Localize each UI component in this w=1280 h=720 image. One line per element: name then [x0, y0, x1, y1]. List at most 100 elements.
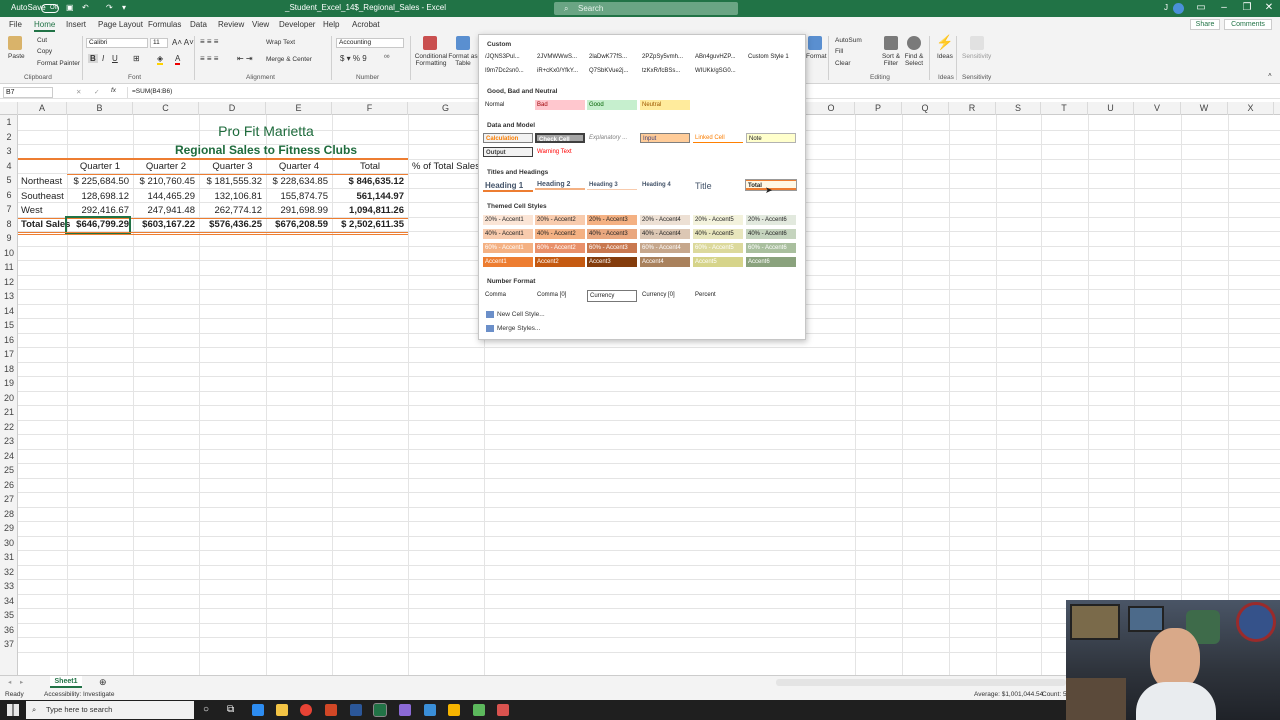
row-header[interactable]: 23 [0, 434, 18, 449]
prev-sheet-icon[interactable]: ◂ [8, 678, 11, 686]
row-header[interactable]: 8 [0, 217, 18, 232]
themed-style-option[interactable]: 20% - Accent4 [640, 215, 690, 225]
cell-style-option[interactable]: Linked Cell [693, 133, 743, 143]
cell-style-good[interactable]: Good [587, 100, 637, 110]
font-color-icon[interactable]: A [175, 54, 181, 65]
sheet-title-cell[interactable]: Pro Fit Marietta [133, 123, 399, 140]
align-top-icon[interactable]: ≡ ≡ ≡ [200, 37, 218, 46]
cell-style-option[interactable]: Heading 4 [640, 180, 690, 190]
region-label-cell[interactable]: Northeast [21, 175, 67, 189]
column-header[interactable]: Q [902, 102, 949, 115]
conditional-formatting-icon[interactable] [423, 36, 437, 50]
row-header[interactable]: 18 [0, 362, 18, 377]
tab-page-layout[interactable]: Page Layout [98, 20, 143, 29]
grow-font-icon[interactable]: A˄ A˅ [172, 38, 194, 47]
column-header[interactable]: C [133, 102, 199, 115]
tab-file[interactable]: File [9, 20, 22, 29]
select-all-corner[interactable] [0, 102, 18, 115]
font-name-select[interactable]: Calibri [86, 38, 148, 48]
header-cell[interactable]: Total [332, 160, 408, 174]
themed-style-option[interactable]: 20% - Accent5 [693, 215, 743, 225]
cell-style-option[interactable]: Check Cell [535, 133, 585, 143]
custom-style-option[interactable]: Custom Style 1 [746, 52, 798, 62]
column-header[interactable]: X [1228, 102, 1274, 115]
enter-icon[interactable]: ✓ [94, 88, 99, 96]
accent-style-option[interactable]: Accent6 [746, 257, 796, 267]
total-q4-cell[interactable]: $676,208.59 [266, 218, 328, 232]
row-header[interactable]: 19 [0, 376, 18, 391]
row-header[interactable]: 35 [0, 608, 18, 623]
vscode-icon[interactable] [424, 704, 436, 716]
themed-style-option[interactable]: 60% - Accent3 [587, 243, 637, 253]
add-sheet-icon[interactable]: ⊕ [99, 677, 107, 688]
decimal-icon[interactable]: ⁰⁰ [384, 54, 390, 62]
row-header[interactable]: 33 [0, 579, 18, 594]
column-header[interactable]: R [949, 102, 996, 115]
cell-style-warning-text[interactable]: Warning Text [535, 147, 585, 157]
paste-icon[interactable] [8, 36, 22, 50]
tab-data[interactable]: Data [190, 20, 207, 29]
cell-style-option[interactable]: Calculation [483, 133, 533, 143]
value-cell[interactable]: 1,094,811.26 [332, 204, 404, 218]
column-header[interactable]: A [18, 102, 67, 115]
avatar[interactable] [1173, 3, 1184, 14]
row-header[interactable]: 5 [0, 173, 18, 188]
column-header[interactable]: S [996, 102, 1041, 115]
save-icon[interactable]: ▣ [66, 3, 74, 12]
value-cell[interactable]: 291,698.99 [266, 204, 328, 218]
search-box[interactable]: ⌕ Search [554, 2, 738, 15]
themed-style-option[interactable]: 60% - Accent2 [535, 243, 585, 253]
clear-button[interactable]: Clear [835, 60, 851, 67]
row-header[interactable]: 28 [0, 507, 18, 522]
custom-style-option[interactable]: /JQNS3Pul... [483, 52, 535, 62]
themed-style-option[interactable]: 40% - Accent2 [535, 229, 585, 239]
themed-style-option[interactable]: 60% - Accent4 [640, 243, 690, 253]
taskbar-search[interactable]: ⌕ Type here to search [26, 701, 194, 719]
cortana-icon[interactable]: ○ [203, 704, 209, 715]
undo-icon[interactable]: ↶ [82, 3, 89, 12]
row-header[interactable]: 3 [0, 144, 18, 159]
cell-style-option[interactable]: Title [693, 180, 743, 192]
ribbon-display-icon[interactable]: ▭ [1194, 1, 1208, 15]
row-header[interactable]: 16 [0, 333, 18, 348]
themed-style-option[interactable]: 40% - Accent3 [587, 229, 637, 239]
share-button[interactable]: Share [1190, 19, 1220, 30]
header-cell[interactable]: Quarter 4 [266, 160, 332, 174]
autosave-toggle[interactable]: Off [41, 4, 59, 13]
row-header[interactable]: 25 [0, 463, 18, 478]
cell-style-option[interactable]: Input [640, 133, 690, 143]
tab-help[interactable]: Help [323, 20, 339, 29]
value-cell[interactable]: 144,465.29 [133, 190, 195, 204]
format-as-table-button[interactable]: Format as Table [448, 53, 478, 67]
total-total-cell[interactable]: $ 2,502,611.35 [332, 218, 404, 232]
row-header[interactable]: 21 [0, 405, 18, 420]
chrome-icon[interactable] [300, 704, 312, 716]
ideas-button[interactable]: Ideas [937, 53, 953, 60]
row-header[interactable]: 26 [0, 478, 18, 493]
column-header[interactable]: G [408, 102, 484, 115]
value-cell[interactable]: $ 210,760.45 [133, 175, 195, 189]
number-format-style-option[interactable]: Currency [0] [640, 290, 690, 300]
format-as-table-icon[interactable] [456, 36, 470, 50]
cell-style-option[interactable]: Heading 1 [483, 180, 533, 192]
ideas-icon[interactable]: ⚡ [936, 34, 953, 51]
task-view-icon[interactable]: ⧉ [227, 704, 234, 715]
row-header[interactable]: 29 [0, 521, 18, 536]
tab-insert[interactable]: Insert [66, 20, 86, 29]
customize-qat-icon[interactable]: ▾ [122, 3, 126, 12]
themed-style-option[interactable]: 20% - Accent6 [746, 215, 796, 225]
merge-center-button[interactable]: Merge & Center [266, 56, 312, 63]
tab-developer[interactable]: Developer [279, 20, 315, 29]
accounting-icon[interactable]: $ ▾ % 9 [340, 54, 367, 63]
custom-style-option[interactable]: Q7SbKVue2j... [587, 66, 637, 76]
header-cell[interactable]: % of Total Sales [412, 160, 480, 174]
number-format-select[interactable]: Accounting [336, 38, 404, 48]
cell-style-neutral[interactable]: Neutral [640, 100, 690, 110]
row-header[interactable]: 34 [0, 594, 18, 609]
header-cell[interactable]: Quarter 3 [199, 160, 266, 174]
start-icon[interactable] [7, 704, 19, 716]
themed-style-option[interactable]: 60% - Accent6 [746, 243, 796, 253]
value-cell[interactable]: $ 225,684.50 [67, 175, 129, 189]
row-header[interactable]: 20 [0, 391, 18, 406]
value-cell[interactable]: $ 228,634.85 [266, 175, 328, 189]
